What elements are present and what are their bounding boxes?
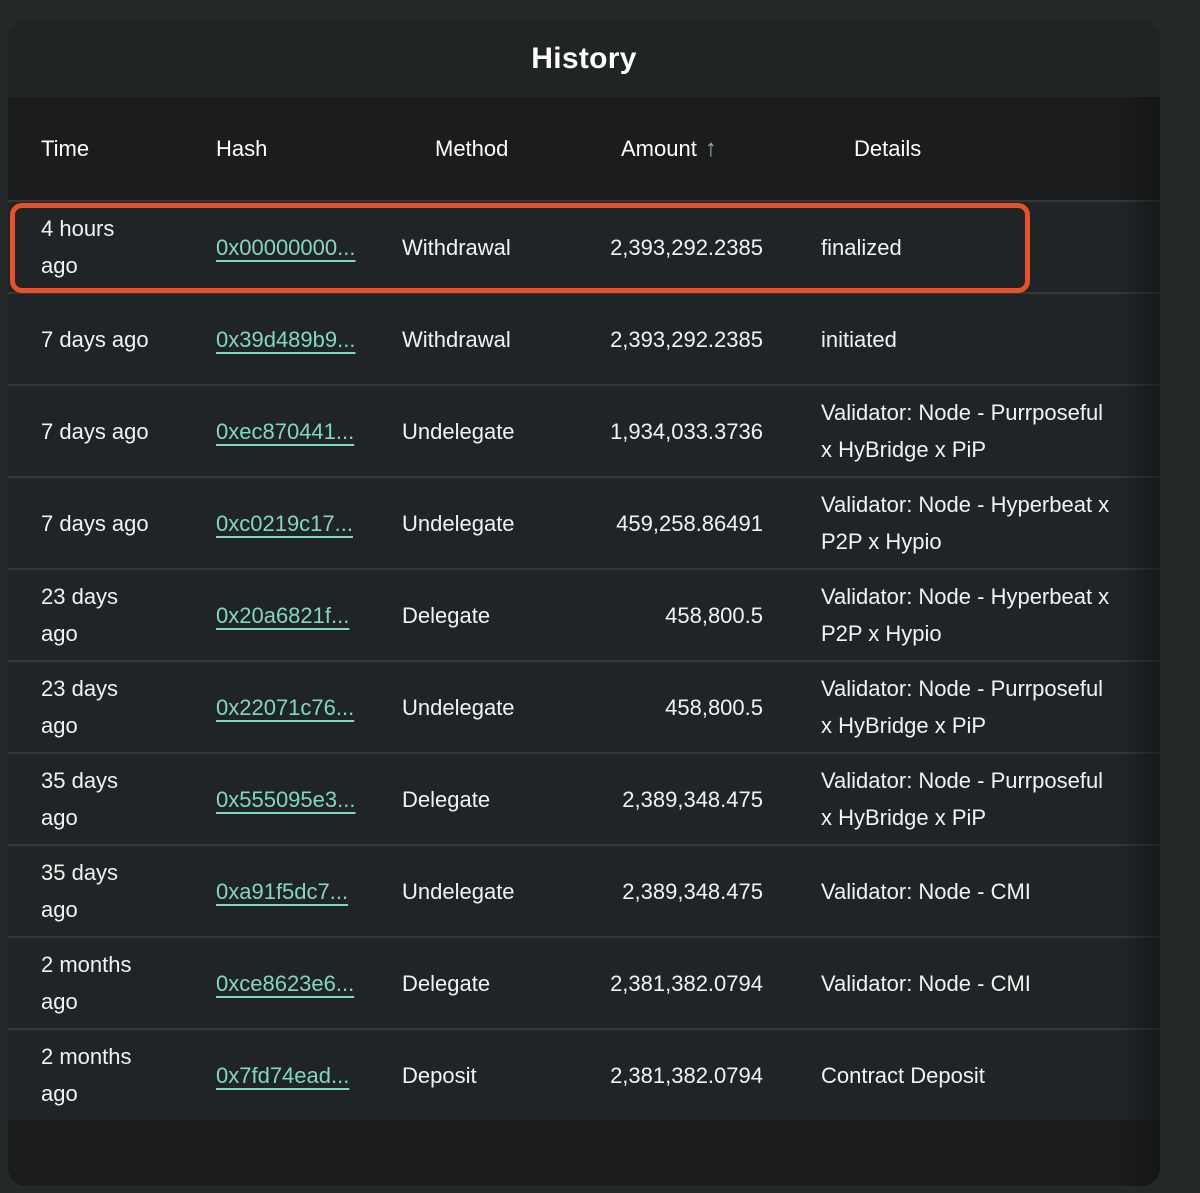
row-time: 4 hours ago [41,210,149,284]
row-amount: 1,934,033.3736 [588,413,763,450]
row-time: 7 days ago [41,413,149,450]
row-method: Delegate [402,965,588,1002]
table-row: 4 hours ago 0x00000000... Withdrawal 2,3… [8,200,1160,292]
history-card: History Time Hash Method Amount ↑ Detail… [8,20,1160,1186]
hash-link[interactable]: 0xc0219c17... [216,511,353,536]
history-table: Time Hash Method Amount ↑ Details 4 hour… [8,97,1160,1186]
table-row: 7 days ago 0xc0219c17... Undelegate 459,… [8,476,1160,568]
column-header-details[interactable]: Details [796,136,1140,162]
hash-link[interactable]: 0x20a6821f... [216,603,349,628]
row-time: 2 months ago [41,946,149,1020]
column-header-time[interactable]: Time [41,136,216,162]
column-header-amount[interactable]: Amount ↑ [621,136,796,162]
row-time: 23 days ago [41,670,149,744]
row-time: 7 days ago [41,505,149,542]
table-row: 2 months ago 0x7fd74ead... Deposit 2,381… [8,1028,1160,1120]
hash-link[interactable]: 0x22071c76... [216,695,354,720]
row-details: Validator: Node - CMI [763,873,1110,910]
row-details: Validator: Node - Purrposeful x HyBridge… [763,762,1110,836]
table-row: 2 months ago 0xce8623e6... Delegate 2,38… [8,936,1160,1028]
table-row: 35 days ago 0xa91f5dc7... Undelegate 2,3… [8,844,1160,936]
row-amount: 2,389,348.475 [588,781,763,818]
row-method: Undelegate [402,689,588,726]
row-details: Validator: Node - CMI [763,965,1110,1002]
row-method: Undelegate [402,413,588,450]
row-details: Validator: Node - Hyperbeat x P2P x Hypi… [763,578,1110,652]
row-method: Deposit [402,1057,588,1094]
row-amount: 2,393,292.2385 [588,321,763,358]
column-header-hash[interactable]: Hash [216,136,435,162]
row-details: Contract Deposit [763,1057,1110,1094]
row-amount: 2,381,382.0794 [588,1057,763,1094]
row-details: finalized [763,229,1110,266]
page-title: History [531,42,636,76]
card-header: History [8,20,1160,97]
amount-header-label: Amount [621,136,697,162]
row-amount: 2,381,382.0794 [588,965,763,1002]
row-time: 7 days ago [41,321,149,358]
table-row: 7 days ago 0xec870441... Undelegate 1,93… [8,384,1160,476]
row-details: Validator: Node - Hyperbeat x P2P x Hypi… [763,486,1110,560]
row-method: Withdrawal [402,321,588,358]
row-method: Undelegate [402,873,588,910]
hash-link[interactable]: 0xce8623e6... [216,971,354,996]
row-details: initiated [763,321,1110,358]
hash-link[interactable]: 0xa91f5dc7... [216,879,348,904]
row-details: Validator: Node - Purrposeful x HyBridge… [763,394,1110,468]
hash-link[interactable]: 0x39d489b9... [216,327,355,352]
row-method: Undelegate [402,505,588,542]
hash-link[interactable]: 0x00000000... [216,235,355,260]
row-method: Withdrawal [402,229,588,266]
row-amount: 458,800.5 [588,597,763,634]
column-header-method[interactable]: Method [435,136,621,162]
row-time: 35 days ago [41,762,149,836]
hash-link[interactable]: 0xec870441... [216,419,354,444]
row-method: Delegate [402,597,588,634]
table-row: 23 days ago 0x20a6821f... Delegate 458,8… [8,568,1160,660]
row-amount: 459,258.86491 [588,505,763,542]
row-amount: 458,800.5 [588,689,763,726]
table-row: 7 days ago 0x39d489b9... Withdrawal 2,39… [8,292,1160,384]
table-body: 4 hours ago 0x00000000... Withdrawal 2,3… [8,200,1160,1120]
table-row: 35 days ago 0x555095e3... Delegate 2,389… [8,752,1160,844]
table-row: 23 days ago 0x22071c76... Undelegate 458… [8,660,1160,752]
hash-link[interactable]: 0x7fd74ead... [216,1063,349,1088]
row-amount: 2,389,348.475 [588,873,763,910]
row-time: 2 months ago [41,1038,149,1112]
hash-link[interactable]: 0x555095e3... [216,787,355,812]
row-time: 35 days ago [41,854,149,928]
row-amount: 2,393,292.2385 [588,229,763,266]
sort-ascending-icon: ↑ [705,137,717,161]
row-method: Delegate [402,781,588,818]
row-time: 23 days ago [41,578,149,652]
row-details: Validator: Node - Purrposeful x HyBridge… [763,670,1110,744]
table-header-row: Time Hash Method Amount ↑ Details [8,97,1160,200]
